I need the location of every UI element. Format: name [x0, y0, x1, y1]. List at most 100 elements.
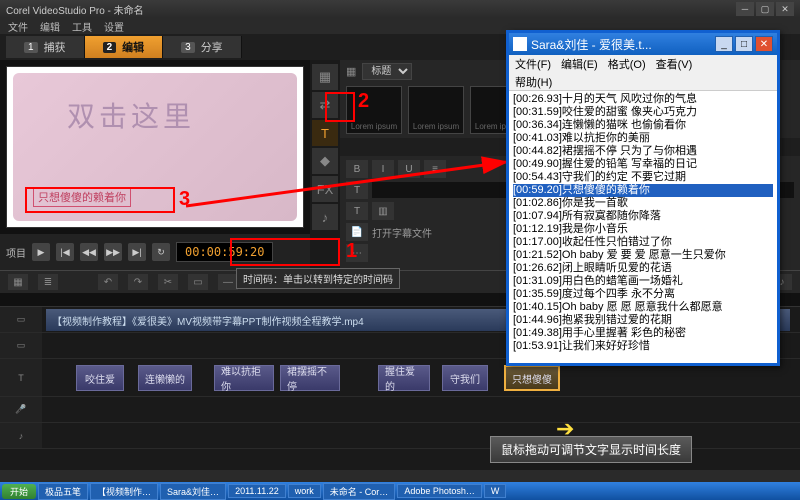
tool-icon[interactable]: ✂: [158, 274, 178, 290]
notepad-minimize-button[interactable]: _: [715, 36, 733, 52]
maximize-button[interactable]: ▢: [756, 2, 774, 16]
taskbar-item[interactable]: W: [484, 484, 507, 498]
lyric-line[interactable]: [01:07.94]所有寂寞都随你降落: [513, 210, 773, 223]
redo-icon[interactable]: ↷: [128, 274, 148, 290]
menu-settings[interactable]: 设置: [104, 19, 124, 34]
taskbar-item[interactable]: 极品五笔: [38, 483, 88, 500]
title-clip[interactable]: 难以抗拒你: [214, 365, 274, 391]
notepad-titlebar[interactable]: Sara&刘佳 - 爱很美.t... _ □ ✕: [509, 33, 777, 55]
timecode-tooltip: 时间码：单击以转到特定的时间码: [236, 268, 400, 289]
preview-title-placeholder[interactable]: 双击这里: [67, 95, 195, 135]
close-button[interactable]: ✕: [776, 2, 794, 16]
underline-button[interactable]: U: [398, 160, 420, 178]
notepad-menu-format[interactable]: 格式(O): [608, 56, 646, 72]
voice-track-icon[interactable]: 🎤: [0, 397, 42, 422]
font-icon[interactable]: T: [346, 181, 368, 199]
lyric-line[interactable]: [00:44.82]裙摆摇不停 只为了与你相遇: [513, 145, 773, 158]
preview-canvas[interactable]: 双击这里 只想傻傻的赖着你 3: [6, 66, 304, 228]
lyric-line[interactable]: [01:35.59]度过每个四季 永不分离: [513, 288, 773, 301]
graphic-icon[interactable]: ◆: [312, 148, 338, 174]
rewind-button[interactable]: ◀◀: [80, 243, 98, 261]
audio-icon[interactable]: ♪: [312, 204, 338, 230]
title-preset-thumb[interactable]: Lorem ipsum: [408, 86, 464, 134]
text-tool-icon[interactable]: T: [346, 202, 368, 220]
lyric-line[interactable]: [01:26.62]闭上眼睛听见爱的花语: [513, 262, 773, 275]
title-track-icon[interactable]: T: [0, 359, 42, 396]
media-icon[interactable]: ▦: [312, 64, 338, 90]
notepad-body[interactable]: [00:26.93]十月的天气 风吹过你的气息[00:31.59]咬住爱的甜蜜 …: [509, 91, 777, 363]
subtitle-file-icon[interactable]: 📄: [346, 223, 368, 241]
lyric-line[interactable]: [00:54.43]守我们的约定 不要它过期: [513, 171, 773, 184]
notepad-title: Sara&刘佳 - 爱很美.t...: [531, 36, 652, 53]
transport-mode-label[interactable]: 项目: [6, 245, 26, 260]
tab-capture[interactable]: 1捕获: [6, 36, 85, 58]
lyric-line[interactable]: [00:31.59]咬住爱的甜蜜 像夹心巧克力: [513, 106, 773, 119]
notepad-menu-view[interactable]: 查看(V): [656, 56, 693, 72]
lyric-line[interactable]: [01:44.96]抱紧我别错过爱的花期: [513, 314, 773, 327]
lyric-line[interactable]: [01:02.86]你是我一首歌: [513, 197, 773, 210]
library-category-select[interactable]: 标题: [362, 63, 412, 80]
taskbar-item[interactable]: 2011.11.22: [228, 484, 286, 498]
color-icon[interactable]: ▥: [372, 202, 394, 220]
notepad-maximize-button[interactable]: □: [735, 36, 753, 52]
zoom-slider-icon[interactable]: —: [218, 274, 238, 290]
gallery-icon[interactable]: ▦: [346, 65, 356, 78]
lyric-line[interactable]: [00:26.93]十月的天气 风吹过你的气息: [513, 93, 773, 106]
titlebar: Corel VideoStudio Pro - 未命名 ─ ▢ ✕: [0, 0, 800, 18]
title-clip[interactable]: 握住爱的: [378, 365, 430, 391]
notepad-menu-file[interactable]: 文件(F): [515, 56, 551, 72]
taskbar-item[interactable]: 未命名 - Cor…: [323, 483, 396, 500]
taskbar-item[interactable]: work: [288, 484, 321, 498]
lyric-line[interactable]: [00:36.34]连懒懒的猫咪 也偷偷看你: [513, 119, 773, 132]
title-clip[interactable]: 裙摆摇不停: [280, 365, 340, 391]
bold-button[interactable]: B: [346, 160, 368, 178]
notepad-window-controls: _ □ ✕: [715, 36, 773, 52]
lyric-line[interactable]: [01:31.09]用白色的蜡笔画一场婚礼: [513, 275, 773, 288]
tool-icon[interactable]: ▭: [188, 274, 208, 290]
undo-icon[interactable]: ↶: [98, 274, 118, 290]
taskbar-item[interactable]: Sara&刘佳…: [160, 483, 226, 500]
voice-track[interactable]: 🎤: [0, 397, 800, 423]
filter-icon[interactable]: FX: [312, 176, 338, 202]
next-button[interactable]: ▶|: [128, 243, 146, 261]
menu-edit[interactable]: 编辑: [40, 19, 60, 34]
lyric-line[interactable]: [01:40.15]Oh baby 愿 愿 愿意我什么都愿意: [513, 301, 773, 314]
menu-tools[interactable]: 工具: [72, 19, 92, 34]
lyric-line[interactable]: [01:17.00]收起任性只怕错过了你: [513, 236, 773, 249]
overlay-track-icon[interactable]: ▭: [0, 333, 42, 358]
title-clip[interactable]: 连懒懒的: [138, 365, 192, 391]
start-button[interactable]: 开始: [2, 484, 36, 499]
lyric-line[interactable]: [00:59.20]只想傻傻的赖着你: [513, 184, 773, 197]
play-button[interactable]: ▶: [32, 243, 50, 261]
tab-edit[interactable]: 2编辑: [85, 36, 164, 58]
notepad-menu-edit[interactable]: 编辑(E): [561, 56, 598, 72]
lyric-line[interactable]: [00:41.03]难以抗拒你的美丽: [513, 132, 773, 145]
music-track-icon[interactable]: ♪: [0, 423, 42, 448]
italic-button[interactable]: I: [372, 160, 394, 178]
loop-button[interactable]: ↻: [152, 243, 170, 261]
minimize-button[interactable]: ─: [736, 2, 754, 16]
notepad-menu-help[interactable]: 帮助(H): [515, 74, 552, 90]
open-subtitle-label[interactable]: 打开字幕文件: [372, 225, 432, 240]
video-track-icon[interactable]: ▭: [0, 307, 42, 332]
tab-share[interactable]: 3分享: [163, 36, 242, 58]
menu-file[interactable]: 文件: [8, 19, 28, 34]
title-clip[interactable]: 守我们: [442, 365, 488, 391]
lyric-line[interactable]: [00:49.90]握住爱的铅笔 写幸福的日记: [513, 158, 773, 171]
taskbar-item[interactable]: Adobe Photosh…: [397, 484, 482, 498]
title-icon[interactable]: T: [312, 120, 338, 146]
lyric-line[interactable]: [01:53.91]让我们来好好珍惜: [513, 340, 773, 353]
notepad-window[interactable]: Sara&刘佳 - 爱很美.t... _ □ ✕ 文件(F) 编辑(E) 格式(…: [506, 30, 780, 366]
storyboard-view-icon[interactable]: ▦: [8, 274, 28, 290]
lyric-line[interactable]: [01:21.52]Oh baby 爱 要 爱 愿意一生只爱你: [513, 249, 773, 262]
taskbar-item[interactable]: 【视频制作…: [90, 483, 158, 500]
lyric-line[interactable]: [01:12.19]我是你小音乐: [513, 223, 773, 236]
align-button[interactable]: ≡: [424, 160, 446, 178]
forward-button[interactable]: ▶▶: [104, 243, 122, 261]
lyric-line[interactable]: [01:49.38]用手心里握著 彩色的秘密: [513, 327, 773, 340]
title-clip[interactable]: 咬住爱: [76, 365, 124, 391]
notepad-close-button[interactable]: ✕: [755, 36, 773, 52]
prev-button[interactable]: |◀: [56, 243, 74, 261]
title-clip[interactable]: 只想傻傻: [504, 365, 560, 391]
timeline-view-icon[interactable]: ≣: [38, 274, 58, 290]
